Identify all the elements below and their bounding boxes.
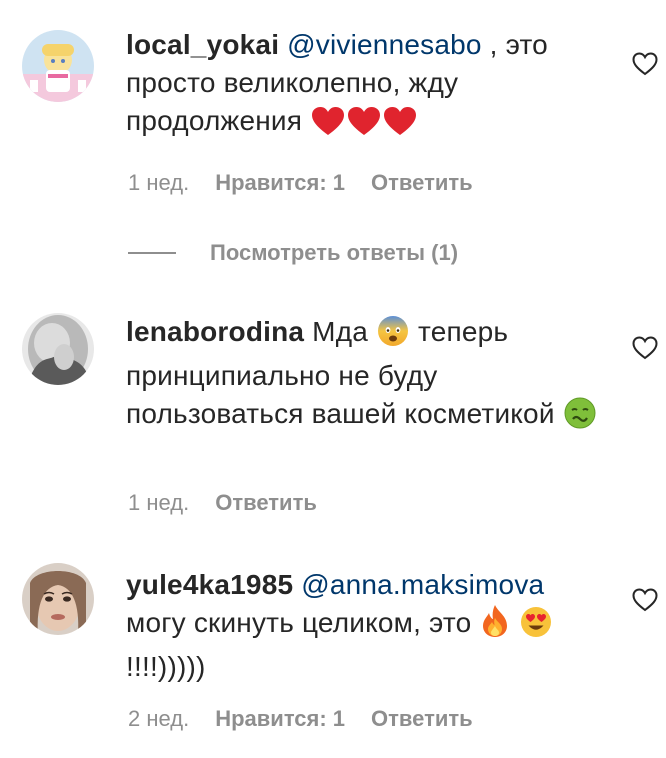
likes-count[interactable]: Нравится: 1 — [215, 706, 345, 731]
comment-username[interactable]: lenaborodina — [126, 316, 304, 347]
like-heart-icon[interactable] — [632, 336, 658, 360]
fearful-face-emoji — [377, 315, 409, 357]
fire-emoji — [480, 604, 510, 648]
comment-time: 1 нед. — [128, 490, 190, 515]
comment-body-end: !!!!))))) — [126, 651, 206, 682]
comment-time: 2 нед. — [128, 706, 190, 731]
like-heart-icon[interactable] — [632, 52, 658, 76]
heart-emoji — [383, 106, 417, 146]
heart-emoji — [311, 106, 345, 146]
comment-meta: 1 нед. Ответить — [128, 490, 343, 516]
comment-text: yule4ka1985 @anna.maksimova могу скинуть… — [126, 566, 606, 686]
nauseated-face-emoji — [564, 397, 596, 439]
comment-username[interactable]: local_yokai — [126, 29, 279, 60]
comment-mention[interactable]: @anna.maksimova — [301, 569, 544, 600]
comment-mention[interactable]: @viviennesabo — [287, 29, 481, 60]
comment-body: могу скинуть целиком, это — [126, 607, 472, 638]
reply-button[interactable]: Ответить — [215, 490, 317, 515]
heart-eyes-emoji — [520, 606, 552, 648]
likes-count[interactable]: Нравится: 1 — [215, 170, 345, 195]
reply-button[interactable]: Ответить — [371, 706, 473, 731]
avatar[interactable] — [22, 563, 94, 635]
view-replies-button[interactable]: Посмотреть ответы (1) — [128, 238, 458, 268]
comment-time: 1 нед. — [128, 170, 190, 195]
comment-meta: 2 нед. Нравится: 1 Ответить — [128, 706, 499, 732]
reply-button[interactable]: Ответить — [371, 170, 473, 195]
heart-emoji — [347, 106, 381, 146]
comment-username[interactable]: yule4ka1985 — [126, 569, 293, 600]
comment-text: lenaborodina Мда теперь принципиально не… — [126, 313, 606, 439]
comment-body: Мда — [304, 316, 369, 347]
comment-text: local_yokai @viviennesabo , это просто в… — [126, 26, 606, 146]
avatar[interactable] — [22, 313, 94, 385]
like-heart-icon[interactable] — [632, 588, 658, 612]
comment-meta: 1 нед. Нравится: 1 Ответить — [128, 170, 499, 196]
avatar[interactable] — [22, 30, 94, 102]
view-replies-label[interactable]: Посмотреть ответы (1) — [210, 240, 458, 266]
replies-divider — [128, 252, 176, 254]
